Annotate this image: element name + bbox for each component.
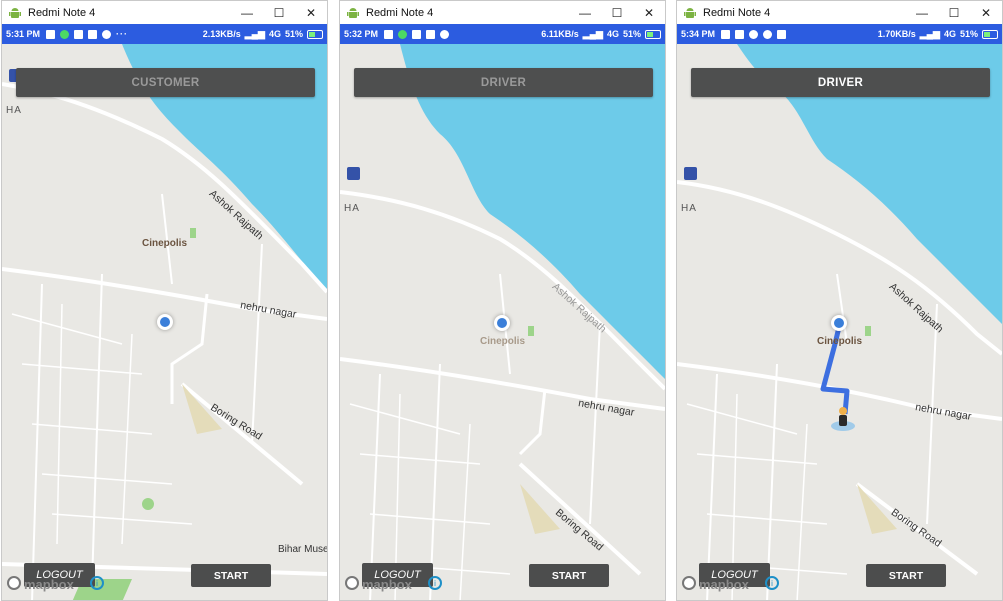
facebook-icon — [88, 29, 98, 39]
facebook-icon — [721, 29, 731, 39]
phone-window-3: Redmi Note 4 — ☐ ✕ 5:34 PM 1.70KB/s ▂▄▆ … — [676, 0, 1003, 601]
close-icon[interactable]: ✕ — [295, 6, 327, 20]
mapbox-attribution: mapbox — [699, 577, 749, 592]
start-button[interactable]: START — [191, 564, 271, 587]
battery-icon — [645, 29, 661, 39]
close-icon[interactable]: ✕ — [970, 6, 1002, 20]
status-time: 5:32 PM — [344, 29, 379, 39]
notification-icon — [749, 29, 759, 39]
mapbox-logo-icon — [7, 576, 21, 590]
info-icon[interactable]: i — [765, 576, 779, 590]
facebook-icon — [735, 29, 745, 39]
signal-icon: ▂▄▆ — [919, 28, 940, 39]
poi-label: Bihar Muse — [278, 544, 327, 555]
android-icon — [9, 7, 21, 18]
close-icon[interactable]: ✕ — [633, 6, 665, 20]
network-type: 4G — [943, 29, 956, 39]
more-icon: ··· — [116, 29, 129, 39]
facebook-icon — [74, 29, 84, 39]
signal-icon: ▂▄▆ — [244, 28, 265, 39]
android-status-bar: 5:32 PM 6.11KB/s ▂▄▆ 4G 51% — [340, 24, 665, 44]
android-icon — [347, 7, 359, 18]
title-bar: Redmi Note 4 — ☐ ✕ — [677, 1, 1002, 24]
notification-icon — [102, 29, 112, 39]
status-time: 5:34 PM — [681, 29, 716, 39]
window-title: Redmi Note 4 — [703, 6, 771, 19]
window-title: Redmi Note 4 — [366, 6, 434, 19]
maximize-icon[interactable]: ☐ — [263, 6, 295, 20]
android-status-bar: 5:31 PM ··· 2.13KB/s ▂▄▆ 4G 51% — [2, 24, 327, 44]
area-label: HA — [344, 203, 360, 214]
train-station-icon — [347, 167, 360, 180]
role-button[interactable]: CUSTOMER — [16, 68, 315, 97]
mapbox-attribution: mapbox — [24, 577, 74, 592]
maximize-icon[interactable]: ☐ — [938, 6, 970, 20]
poi-label: Cinepolis — [817, 336, 863, 347]
battery-icon — [982, 29, 998, 39]
current-location-marker — [157, 314, 173, 330]
minimize-icon[interactable]: — — [569, 6, 601, 20]
status-time: 5:31 PM — [6, 29, 41, 39]
app-icon — [60, 29, 70, 39]
train-station-icon — [684, 167, 697, 180]
current-location-marker — [494, 315, 510, 331]
mapbox-attribution: mapbox — [362, 577, 412, 592]
map-view[interactable]: HA Ashok Rajpath nehru nagar Boring Road… — [2, 44, 327, 600]
poi-label: Cinepolis — [142, 238, 188, 249]
notification-icon — [440, 29, 450, 39]
facebook-icon — [412, 29, 422, 39]
phone-window-2: Redmi Note 4 — ☐ ✕ 5:32 PM 6.11KB/s ▂▄▆ … — [339, 0, 666, 601]
minimize-icon[interactable]: — — [231, 6, 263, 20]
battery-percent: 51% — [622, 29, 641, 39]
title-bar: Redmi Note 4 — ☐ ✕ — [340, 1, 665, 24]
network-speed: 1.70KB/s — [877, 29, 916, 39]
role-button[interactable]: DRIVER — [354, 68, 653, 97]
poi-label: Cinepolis — [480, 336, 526, 347]
mapbox-logo-icon — [682, 576, 696, 590]
network-speed: 2.13KB/s — [202, 29, 241, 39]
battery-icon — [307, 29, 323, 39]
facebook-icon — [426, 29, 436, 39]
maximize-icon[interactable]: ☐ — [601, 6, 633, 20]
info-icon[interactable]: i — [90, 576, 104, 590]
network-type: 4G — [268, 29, 281, 39]
app-icon — [398, 29, 408, 39]
app-icon — [777, 29, 787, 39]
map-view[interactable]: HA Ashok Rajpath nehru nagar Boring Road… — [677, 44, 1002, 600]
start-button[interactable]: START — [529, 564, 609, 587]
window-title: Redmi Note 4 — [28, 6, 96, 19]
area-label: HA — [6, 105, 22, 116]
android-status-bar: 5:34 PM 1.70KB/s ▂▄▆ 4G 51% — [677, 24, 1002, 44]
battery-percent: 51% — [959, 29, 978, 39]
area-label: HA — [681, 203, 697, 214]
role-button[interactable]: DRIVER — [691, 68, 990, 97]
youtube-icon — [46, 29, 56, 39]
notification-icon — [763, 29, 773, 39]
network-type: 4G — [606, 29, 619, 39]
signal-icon: ▂▄▆ — [582, 28, 603, 39]
youtube-icon — [384, 29, 394, 39]
mapbox-logo-icon — [345, 576, 359, 590]
start-button[interactable]: START — [866, 564, 946, 587]
info-icon[interactable]: i — [428, 576, 442, 590]
android-icon — [684, 7, 696, 18]
map-view[interactable]: HA Ashok Rajpath nehru nagar Boring Road… — [340, 44, 665, 600]
driver-marker-icon — [839, 407, 847, 426]
title-bar: Redmi Note 4 — ☐ ✕ — [2, 1, 327, 24]
network-speed: 6.11KB/s — [541, 29, 579, 39]
phone-window-1: Redmi Note 4 — ☐ ✕ 5:31 PM ··· 2.13KB/s … — [1, 0, 328, 601]
minimize-icon[interactable]: — — [906, 6, 938, 20]
current-location-marker — [831, 315, 847, 331]
battery-percent: 51% — [284, 29, 303, 39]
